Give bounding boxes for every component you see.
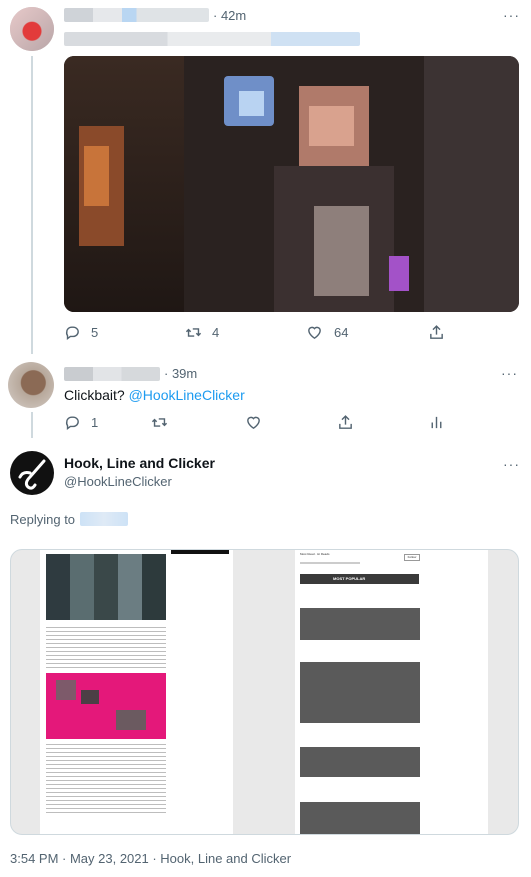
like-button[interactable]: 64: [306, 324, 348, 341]
tweet-meta[interactable]: 3:54 PM · May 23, 2021 · Hook, Line and …: [10, 851, 291, 866]
thread-line: [31, 412, 33, 438]
author-name-blurred[interactable]: [64, 8, 209, 22]
tweet-text-blurred: [64, 32, 360, 46]
article-text-blurred: [46, 744, 166, 814]
share-button[interactable]: [428, 324, 445, 341]
reply-icon: [65, 326, 79, 340]
retweet-count: 4: [212, 325, 220, 340]
reply-icon: [65, 416, 79, 430]
author-name-blurred[interactable]: [64, 367, 160, 381]
mention-link[interactable]: @HookLineClicker: [129, 387, 245, 403]
reply-button[interactable]: 5: [64, 324, 98, 341]
tweet-time[interactable]: · 39m: [164, 366, 197, 381]
follow-button: Follow: [404, 554, 420, 561]
avatar[interactable]: [8, 362, 54, 408]
more-icon[interactable]: ···: [501, 365, 518, 381]
replying-to-user-blurred[interactable]: [80, 512, 128, 526]
attached-screenshot[interactable]: Most Read · Hi Reads Follow MOST POPULAR: [10, 549, 519, 835]
analytics-icon: [431, 416, 442, 429]
hook-logo-icon: [18, 459, 46, 490]
avatar[interactable]: [10, 451, 54, 495]
article-image-blurred: [46, 554, 166, 620]
avatar[interactable]: [10, 7, 54, 51]
right-section-label: MOST POPULAR: [333, 576, 366, 581]
tweet-media-image[interactable]: [64, 56, 519, 312]
display-name[interactable]: Hook, Line and Clicker: [64, 455, 215, 471]
tweet-time[interactable]: · 42m: [213, 8, 246, 23]
article-text-blurred: [46, 627, 166, 671]
tweet-text: Clickbait? @HookLineClicker: [64, 387, 245, 403]
like-count: 64: [334, 325, 349, 340]
retweet-button[interactable]: 4: [185, 324, 219, 341]
right-header-title: Most Read · Hi Reads: [300, 552, 330, 556]
reply-button[interactable]: 1: [64, 414, 98, 431]
analytics-button[interactable]: [428, 414, 445, 431]
retweet-button[interactable]: [151, 414, 168, 431]
thread-line: [31, 56, 33, 354]
share-icon: [339, 415, 352, 429]
like-button[interactable]: [245, 414, 262, 431]
handle[interactable]: @HookLineClicker: [64, 474, 172, 489]
share-icon: [430, 325, 443, 339]
retweet-icon: [151, 418, 168, 427]
reply-count: 5: [91, 325, 99, 340]
heart-icon: [308, 326, 321, 340]
share-button[interactable]: [337, 414, 354, 431]
replying-to-label: Replying to: [10, 512, 76, 527]
retweet-icon: [185, 328, 202, 337]
more-icon[interactable]: ···: [503, 456, 520, 472]
more-icon[interactable]: ···: [503, 7, 520, 23]
tweet-text-plain: Clickbait?: [64, 387, 125, 403]
reply-count: 1: [91, 415, 99, 430]
heart-icon: [247, 416, 260, 430]
